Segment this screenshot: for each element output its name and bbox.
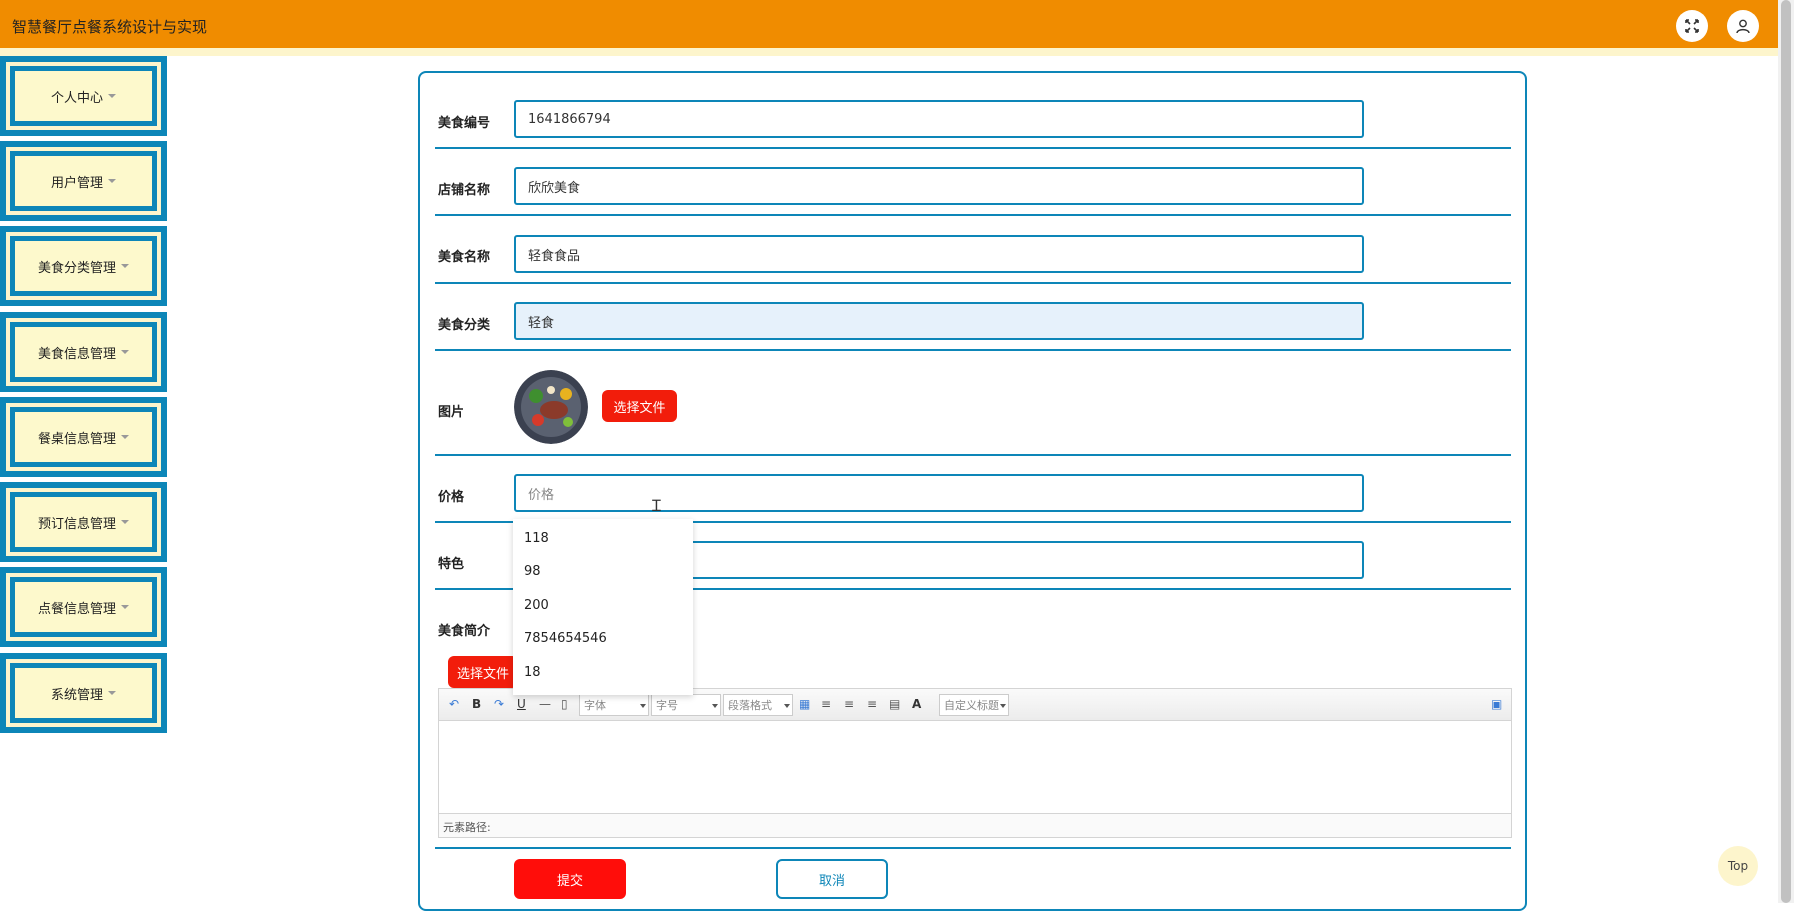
row-divider xyxy=(435,214,1511,216)
text-cursor-icon: Ɪ xyxy=(652,496,661,515)
sidebar-item-category-management[interactable]: 美食分类管理 xyxy=(0,226,167,306)
horizontal-rule-icon[interactable]: — xyxy=(539,697,551,711)
custom-title-select[interactable]: 自定义标题 xyxy=(939,694,1009,716)
font-color-icon[interactable]: A xyxy=(912,697,921,711)
top-header: 智慧餐厅点餐系统设计与实现 xyxy=(0,0,1778,48)
food-name-input[interactable]: 轻食食品 xyxy=(514,235,1364,273)
sidebar-item-reservation-management[interactable]: 预订信息管理 xyxy=(0,482,167,562)
category-select[interactable]: 轻食 xyxy=(514,302,1364,340)
sidebar-item-label: 点餐信息管理 xyxy=(37,601,116,617)
sidebar-item-food-management[interactable]: 美食信息管理 xyxy=(0,312,167,392)
row-divider xyxy=(435,282,1511,284)
row-divider xyxy=(435,147,1511,149)
shop-name-input[interactable]: 欣欣美食 xyxy=(514,167,1364,205)
sidebar-item-table-management[interactable]: 餐桌信息管理 xyxy=(0,397,167,477)
sidebar-item-system-management[interactable]: 系统管理 xyxy=(0,653,167,733)
shop-name-label: 店铺名称 xyxy=(438,183,491,198)
row-divider xyxy=(435,349,1511,351)
food-id-label: 美食编号 xyxy=(438,116,491,131)
feature-label: 特色 xyxy=(438,557,465,572)
back-to-top-button[interactable]: Top xyxy=(1718,846,1758,886)
sidebar-item-label: 美食信息管理 xyxy=(37,346,116,362)
chevron-down-icon xyxy=(121,435,129,439)
align-right-icon[interactable]: ≡ xyxy=(844,697,854,711)
autocomplete-option[interactable]: 118 xyxy=(524,531,549,546)
fullscreen-icon[interactable] xyxy=(1676,10,1708,42)
sidebar-item-label: 餐桌信息管理 xyxy=(37,431,116,447)
chevron-down-icon xyxy=(121,264,129,268)
align-center-icon[interactable]: ≡ xyxy=(867,697,877,711)
price-input[interactable]: 价格 xyxy=(514,474,1364,512)
font-size-select[interactable]: 字号 xyxy=(651,694,721,716)
header-strip xyxy=(0,48,1778,56)
app-title: 智慧餐厅点餐系统设计与实现 xyxy=(12,18,208,36)
food-id-input[interactable]: 1641866794 xyxy=(514,100,1364,138)
intro-label: 美食简介 xyxy=(438,624,491,639)
chevron-down-icon xyxy=(121,350,129,354)
cancel-button[interactable]: 取消 xyxy=(776,859,888,899)
element-path: 元素路径: xyxy=(439,813,1511,837)
price-label: 价格 xyxy=(438,490,465,505)
table-icon[interactable]: ▦ xyxy=(799,697,810,711)
document-icon[interactable]: ▯ xyxy=(561,697,568,711)
sidebar-item-personal-center[interactable]: 个人中心 xyxy=(0,56,167,136)
redo-icon[interactable]: ↷ xyxy=(494,697,504,711)
chevron-down-icon xyxy=(108,691,116,695)
price-autocomplete-dropdown: 118 98 200 7854654546 18 xyxy=(513,519,693,695)
sidebar-item-order-management[interactable]: 点餐信息管理 xyxy=(0,567,167,647)
submit-button[interactable]: 提交 xyxy=(514,859,626,899)
sidebar-item-user-management[interactable]: 用户管理 xyxy=(0,141,167,221)
sidebar-item-label: 美食分类管理 xyxy=(37,260,116,276)
sidebar-item-label: 系统管理 xyxy=(50,687,103,703)
row-divider xyxy=(435,454,1511,456)
undo-icon[interactable]: ↶ xyxy=(449,697,459,711)
scrollbar-thumb[interactable] xyxy=(1781,0,1791,903)
autocomplete-option[interactable]: 200 xyxy=(524,598,549,613)
rich-text-editor[interactable]: ↶ B ↷ U — ▯ 字体 字号 段落格式 ▦ ≡ ≡ ≡ ▤ A 自定义标题… xyxy=(438,688,1512,838)
sidebar-item-label: 个人中心 xyxy=(50,90,103,106)
sidebar-item-label: 用户管理 xyxy=(50,175,103,191)
image-upload-button[interactable]: 选择文件 xyxy=(602,390,677,422)
bold-icon[interactable]: B xyxy=(472,697,481,711)
food-name-label: 美食名称 xyxy=(438,250,491,265)
font-family-select[interactable]: 字体 xyxy=(579,694,649,716)
chevron-down-icon xyxy=(108,179,116,183)
food-image-thumbnail xyxy=(514,370,588,444)
image-label: 图片 xyxy=(438,405,465,420)
chevron-down-icon xyxy=(121,605,129,609)
autocomplete-option[interactable]: 7854654546 xyxy=(524,631,607,646)
chevron-down-icon xyxy=(108,94,116,98)
user-icon[interactable] xyxy=(1727,10,1759,42)
sidebar-item-label: 预订信息管理 xyxy=(37,516,116,532)
category-label: 美食分类 xyxy=(438,318,491,333)
chevron-down-icon xyxy=(121,520,129,524)
underline-icon[interactable]: U xyxy=(517,697,526,711)
autocomplete-option[interactable]: 18 xyxy=(524,665,541,680)
intro-upload-button[interactable]: 选择文件 xyxy=(448,656,518,688)
fullscreen-editor-icon[interactable]: ▣ xyxy=(1491,697,1502,711)
justify-icon[interactable]: ▤ xyxy=(889,697,900,711)
page-scrollbar[interactable] xyxy=(1778,0,1794,903)
autocomplete-option[interactable]: 98 xyxy=(524,564,541,579)
align-left-icon[interactable]: ≡ xyxy=(821,697,831,711)
row-divider xyxy=(435,847,1511,849)
paragraph-format-select[interactable]: 段落格式 xyxy=(723,694,793,716)
